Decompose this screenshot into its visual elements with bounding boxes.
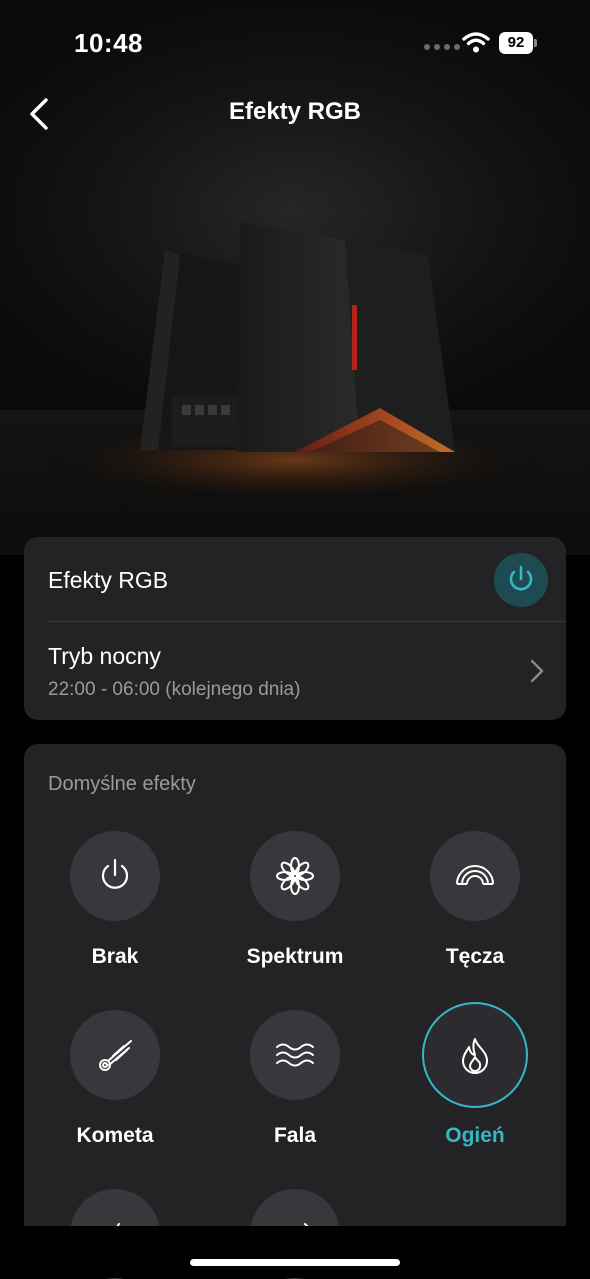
section-title: Domyślne efekty [48, 773, 196, 795]
divider [48, 621, 566, 622]
effect-label: Brak [91, 945, 139, 968]
night-mode-label[interactable]: Tryb nocny [48, 643, 161, 670]
page-title: Efekty RGB [228, 98, 362, 125]
effect-brak[interactable]: Brak [40, 831, 190, 969]
effect-button[interactable] [250, 1010, 340, 1100]
effect-button[interactable] [70, 831, 160, 921]
effect-tecza[interactable]: Tęcza [400, 831, 550, 969]
effect-button[interactable] [70, 1010, 160, 1100]
signal-dots-icon [424, 44, 460, 50]
wifi-icon [462, 32, 490, 53]
home-indicator[interactable] [190, 1259, 400, 1266]
effects-card: Domyślne efekty Brak Spektrum Tęcza Kome… [24, 744, 566, 1279]
rainbow-icon [456, 865, 494, 885]
flame-icon [462, 1038, 488, 1074]
chevron-right-icon[interactable] [529, 658, 545, 684]
effect-label: Ogień [445, 1124, 505, 1147]
effect-button[interactable] [430, 831, 520, 921]
rgb-power-toggle[interactable] [494, 553, 548, 607]
night-mode-time: 22:00 - 06:00 (kolejnego dnia) [48, 679, 301, 700]
power-icon [101, 858, 129, 889]
effect-label: Tęcza [445, 945, 505, 968]
bottom-bar [0, 1226, 590, 1278]
settings-card: Efekty RGB Tryb nocny 22:00 - 06:00 (kol… [24, 537, 566, 720]
comet-icon [99, 1040, 132, 1071]
effect-fala[interactable]: Fala [220, 1010, 370, 1148]
battery-level: 92 [499, 32, 533, 54]
wave-icon [276, 1043, 314, 1067]
rgb-effects-label: Efekty RGB [48, 567, 169, 593]
status-time: 10:48 [74, 28, 143, 58]
effect-spektrum[interactable]: Spektrum [220, 831, 370, 969]
effect-label: Fala [273, 1124, 317, 1147]
effect-kometa[interactable]: Kometa [40, 1010, 190, 1148]
power-icon [509, 565, 533, 591]
effect-label: Kometa [76, 1124, 154, 1147]
effect-button[interactable] [430, 1010, 520, 1100]
effect-label: Spektrum [246, 945, 344, 968]
router-illustration [0, 222, 590, 555]
status-bar: 10:48 92 [0, 0, 590, 88]
effect-button[interactable] [250, 831, 340, 921]
flower-icon [276, 857, 314, 895]
effect-ogien[interactable]: Ogień [400, 1010, 550, 1148]
battery-icon: 92 [499, 32, 537, 54]
